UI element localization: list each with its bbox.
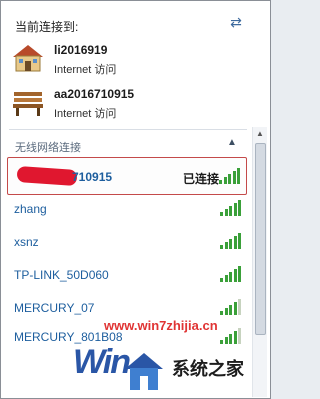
signal-bar [237,168,240,184]
signal-bar [224,275,228,282]
network-name: xsnz [14,235,39,249]
signal-bar [220,212,223,216]
signal-bar [233,269,237,282]
connection-status: Internet 访问 [54,64,117,76]
current-connection-item: aa2016710915 Internet 访问 [11,85,251,123]
network-name: MERCURY_07 [14,301,95,315]
wireless-section-title: 无线网络连接 [15,142,81,154]
chevron-up-icon[interactable]: ▲ [227,137,237,148]
signal-bar [220,311,223,315]
signal-bar [238,266,241,282]
network-name: 710915 [72,170,113,184]
signal-bar [229,206,232,216]
signal-bar [233,203,237,216]
signal-bar [238,299,241,315]
signal-bar [238,200,241,216]
refresh-icon[interactable]: ⇄ [227,13,245,31]
network-flyout: 当前连接到: ⇄ li2016919 Internet 访问 aa2016710… [0,0,271,399]
connection-name: li2016919 [54,43,108,57]
bench-icon [13,92,43,116]
watermark-logo: Win 系统之家 [1,331,270,398]
signal-bar [219,180,222,184]
watermark-site-name: 系统之家 [172,359,244,379]
signal-strength-icon [220,299,242,315]
house-icon [13,45,43,72]
connection-status: Internet 访问 [54,108,117,120]
current-connection-item: li2016919 Internet 访问 [11,41,251,79]
network-name: TP-LINK_50D060 [14,268,109,282]
signal-strength-icon [219,168,241,184]
signal-bar [229,272,232,282]
house-logo-icon [125,353,163,390]
signal-bar [223,177,227,184]
signal-bar [224,308,228,315]
signal-bar [224,209,228,216]
signal-bar [232,171,236,184]
connection-status-label: 已连接 [183,172,220,186]
signal-strength-icon [220,233,242,249]
signal-bar [220,245,223,249]
signal-bar [233,302,237,315]
section-divider [9,129,247,130]
signal-bar [233,236,237,249]
signal-bar [229,305,232,315]
connection-name: aa2016710915 [54,87,135,101]
signal-bar [224,242,228,249]
redaction-mark [16,165,78,187]
current-connections-header: 当前连接到: [15,20,79,34]
signal-bar [220,278,223,282]
signal-bar [229,239,232,249]
signal-strength-icon [220,266,242,282]
network-name: zhang [14,202,47,216]
signal-bar [238,233,241,249]
scroll-up-icon[interactable]: ▲ [253,127,267,141]
scroll-thumb[interactable] [255,143,266,335]
signal-strength-icon [220,200,242,216]
signal-bar [228,174,231,184]
